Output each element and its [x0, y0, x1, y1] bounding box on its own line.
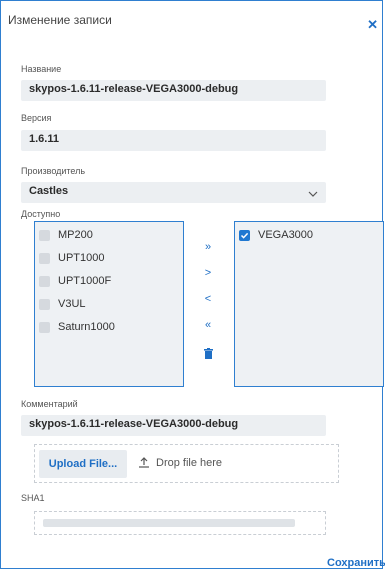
list-item-label: UPT1000F	[58, 275, 112, 287]
drop-label: Drop file here	[156, 457, 223, 469]
trash-icon[interactable]	[197, 345, 219, 361]
checkbox-checked[interactable]	[239, 229, 250, 241]
chevron-down-icon	[308, 188, 318, 200]
version-field[interactable]: 1.6.11	[21, 130, 326, 151]
edit-record-dialog: Изменение записи ✕ Название skypos-1.6.1…	[0, 0, 385, 569]
list-item-label: V3UL	[58, 298, 86, 310]
drop-zone[interactable]: Drop file here	[138, 457, 222, 469]
manufacturer-select[interactable]: Castles	[21, 182, 326, 203]
dialog-title: Изменение записи	[8, 13, 112, 27]
name-label: Название	[21, 64, 62, 74]
upload-file-button[interactable]: Upload File...	[39, 450, 127, 478]
manufacturer-value: Castles	[29, 185, 69, 197]
list-item-label: Saturn1000	[58, 321, 115, 333]
checkbox[interactable]	[39, 321, 50, 333]
available-item-saturn1000[interactable]: Saturn1000	[39, 320, 115, 334]
comment-field[interactable]: skypos-1.6.11-release-VEGA3000-debug	[21, 415, 326, 436]
checkbox[interactable]	[39, 252, 50, 264]
close-icon[interactable]: ✕	[367, 17, 378, 33]
available-item-upt1000[interactable]: UPT1000	[39, 251, 104, 265]
checkbox[interactable]	[39, 229, 50, 241]
file-upload-dropzone[interactable]: Upload File... Drop file here	[34, 444, 339, 483]
list-item-label: VEGA3000	[258, 229, 314, 241]
move-left-button[interactable]: <	[197, 291, 219, 307]
checkbox[interactable]	[39, 275, 50, 287]
selected-item-vega3000[interactable]: VEGA3000	[239, 228, 313, 242]
sha1-placeholder-bar	[43, 519, 295, 527]
comment-label: Комментарий	[21, 399, 78, 409]
version-label: Версия	[21, 113, 52, 123]
sha1-label: SHA1	[21, 493, 45, 503]
list-item-label: UPT1000	[58, 252, 105, 264]
available-item-upt1000f[interactable]: UPT1000F	[39, 274, 111, 288]
move-all-left-button[interactable]: «	[197, 317, 219, 333]
upload-icon	[139, 457, 149, 468]
check-icon	[240, 232, 249, 239]
list-item-label: MP200	[58, 229, 93, 241]
available-item-v3ul[interactable]: V3UL	[39, 297, 86, 311]
name-field[interactable]: skypos-1.6.11-release-VEGA3000-debug	[21, 80, 326, 101]
move-right-button[interactable]: >	[197, 265, 219, 281]
save-button[interactable]: Сохранить	[327, 557, 385, 569]
available-label: Доступно	[21, 209, 61, 219]
sha1-field[interactable]	[34, 511, 326, 535]
selected-list[interactable]: VEGA3000	[234, 221, 384, 387]
available-list[interactable]: MP200 UPT1000 UPT1000F V3UL Saturn1000	[34, 221, 184, 387]
manufacturer-label: Производитель	[21, 166, 86, 176]
move-all-right-button[interactable]: »	[197, 239, 219, 255]
available-item-mp200[interactable]: MP200	[39, 228, 93, 242]
checkbox[interactable]	[39, 298, 50, 310]
